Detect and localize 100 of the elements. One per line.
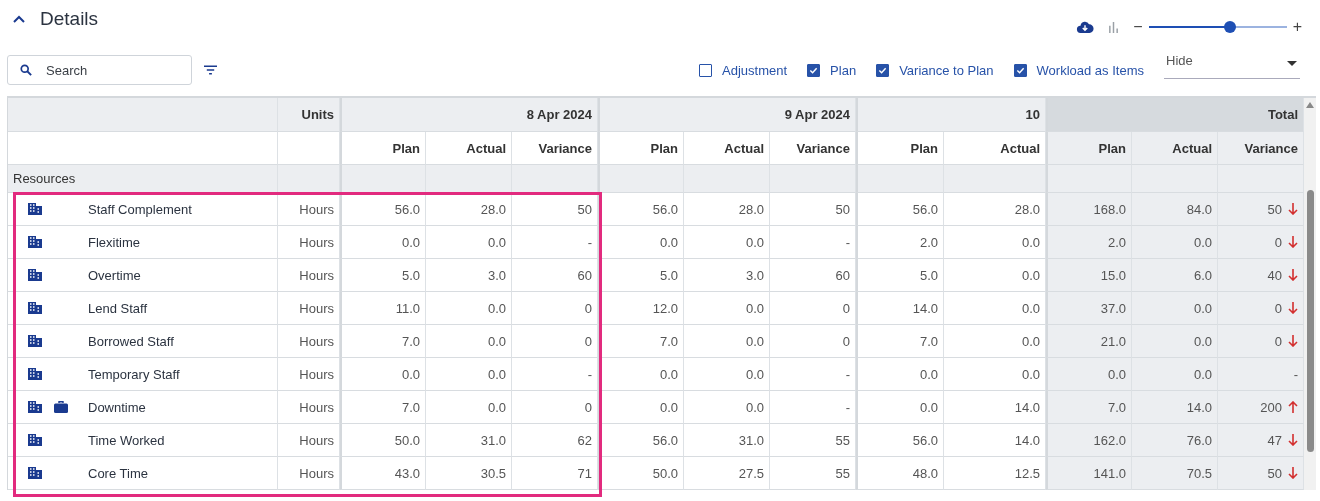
table-cell: 56.0 bbox=[340, 193, 426, 226]
building-icon bbox=[28, 203, 42, 215]
units-cell: Hours bbox=[278, 457, 340, 490]
table-cell: 55 bbox=[770, 424, 856, 457]
table-cell: 50.0 bbox=[598, 457, 684, 490]
table-cell: 0.0 bbox=[340, 226, 426, 259]
cell-value: 162.0 bbox=[1093, 432, 1126, 448]
hide-dropdown[interactable]: Hide bbox=[1164, 53, 1300, 79]
units-cell: Hours bbox=[278, 424, 340, 457]
cell-value: - bbox=[1293, 366, 1298, 382]
resource-name: Flexitime bbox=[88, 234, 140, 250]
table-cell: 48.0 bbox=[856, 457, 944, 490]
table-cell: 14.0 bbox=[856, 292, 944, 325]
table-cell: 0.0 bbox=[684, 292, 770, 325]
table-cell: 56.0 bbox=[598, 424, 684, 457]
option-checkbox[interactable]: Adjustment bbox=[699, 62, 788, 78]
table-cell: 0.0 bbox=[684, 325, 770, 358]
cell-value: 141.0 bbox=[1093, 465, 1126, 481]
column-header: Plan bbox=[340, 132, 426, 165]
units-cell: Hours bbox=[278, 259, 340, 292]
cell-value: 0.0 bbox=[1193, 333, 1212, 349]
cell-value: 0 bbox=[1274, 333, 1282, 349]
units-cell: Hours bbox=[278, 226, 340, 259]
cell-value: 40 bbox=[1267, 267, 1282, 283]
checkbox[interactable] bbox=[699, 63, 713, 77]
search-field[interactable]: Search bbox=[7, 55, 192, 85]
collapse-chevron-icon[interactable] bbox=[13, 15, 25, 23]
check-icon bbox=[1015, 65, 1025, 75]
dropdown-caret-icon bbox=[1287, 61, 1297, 66]
table-cell: 0 bbox=[770, 325, 856, 358]
cell-value: 37.0 bbox=[1100, 300, 1126, 316]
header-cell: Units bbox=[278, 98, 340, 132]
table-cell: 3.0 bbox=[684, 259, 770, 292]
table-cell: 0.0 bbox=[684, 358, 770, 391]
column-header: Variance bbox=[1218, 132, 1304, 165]
table-cell: 0.0 bbox=[426, 226, 512, 259]
table-cell: - bbox=[512, 226, 598, 259]
table-cell: 43.0 bbox=[340, 457, 426, 490]
table-cell: 31.0 bbox=[684, 424, 770, 457]
date-header: 8 Apr 2024 bbox=[340, 98, 598, 132]
scroll-up-icon[interactable] bbox=[1306, 102, 1314, 108]
column-header: Plan bbox=[598, 132, 684, 165]
table-cell: 7.0 bbox=[598, 325, 684, 358]
option-checkbox[interactable]: Plan bbox=[807, 62, 857, 78]
table-cell: 0.0 bbox=[856, 391, 944, 424]
table-cell: - bbox=[770, 391, 856, 424]
table-cell: 56.0 bbox=[598, 193, 684, 226]
table-cell: 60 bbox=[512, 259, 598, 292]
resource-name: Core Time bbox=[88, 465, 148, 481]
cell-value: 0.0 bbox=[1193, 234, 1212, 250]
table-cell: 0.0 bbox=[426, 292, 512, 325]
table-cell: - bbox=[770, 358, 856, 391]
column-header: Actual bbox=[684, 132, 770, 165]
bar-chart-icon[interactable] bbox=[1108, 21, 1120, 33]
building-icon bbox=[28, 434, 42, 446]
table-cell: 50 bbox=[512, 193, 598, 226]
table-cell: 27.5 bbox=[684, 457, 770, 490]
zoom-slider[interactable] bbox=[1148, 21, 1287, 33]
cell-value: 0 bbox=[1274, 300, 1282, 316]
building-icon bbox=[28, 269, 42, 281]
building-icon bbox=[28, 368, 42, 380]
table-cell: 0.0 bbox=[426, 325, 512, 358]
cell-value: 0.0 bbox=[1193, 366, 1212, 382]
table-cell: 62 bbox=[512, 424, 598, 457]
zoom-out-button[interactable]: − bbox=[1133, 19, 1143, 35]
table-cell: 5.0 bbox=[598, 259, 684, 292]
zoom-in-button[interactable]: + bbox=[1292, 19, 1302, 35]
filter-icon[interactable] bbox=[204, 65, 217, 75]
table-cell: 0.0 bbox=[856, 358, 944, 391]
table-cell: 5.0 bbox=[856, 259, 944, 292]
checkbox[interactable] bbox=[1013, 63, 1027, 77]
table-cell: 0 bbox=[512, 292, 598, 325]
building-icon bbox=[28, 236, 42, 248]
search-icon bbox=[20, 64, 32, 76]
resource-name: Temporary Staff bbox=[88, 366, 180, 382]
units-cell: Hours bbox=[278, 292, 340, 325]
resource-name: Overtime bbox=[88, 267, 141, 283]
cell-value: 2.0 bbox=[1107, 234, 1126, 250]
table-cell: 0.0 bbox=[426, 358, 512, 391]
option-checkbox[interactable]: Workload as Items bbox=[1013, 62, 1144, 78]
cell-value: 15.0 bbox=[1100, 267, 1126, 283]
building-icon bbox=[28, 467, 42, 479]
cloud-download-icon[interactable] bbox=[1076, 20, 1095, 34]
table-cell: 12.0 bbox=[598, 292, 684, 325]
table-cell: 0.0 bbox=[598, 391, 684, 424]
table-cell: 0.0 bbox=[684, 226, 770, 259]
table-cell: 7.0 bbox=[856, 325, 944, 358]
cell-value: 168.0 bbox=[1093, 201, 1126, 217]
slider-thumb[interactable] bbox=[1224, 21, 1237, 33]
scroll-thumb[interactable] bbox=[1306, 190, 1314, 452]
building-icon bbox=[28, 302, 42, 314]
table-cell: 0.0 bbox=[598, 226, 684, 259]
table-cell: - bbox=[770, 226, 856, 259]
option-checkbox[interactable]: Variance to Plan bbox=[876, 62, 994, 78]
checkbox[interactable] bbox=[876, 63, 890, 77]
building-icon bbox=[28, 401, 42, 413]
scrollbar[interactable] bbox=[1304, 98, 1316, 490]
cell-value: 50 bbox=[1267, 465, 1282, 481]
checkbox[interactable] bbox=[807, 63, 821, 77]
table-cell: 28.0 bbox=[426, 193, 512, 226]
